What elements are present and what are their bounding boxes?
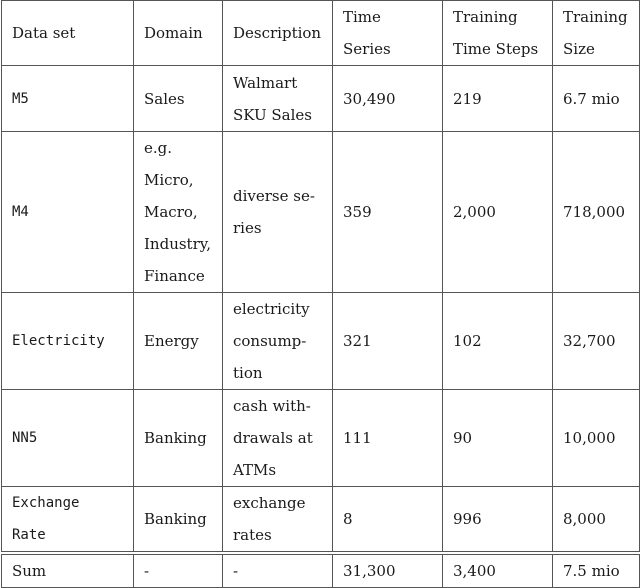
cell-dataset: NN5	[1, 389, 134, 487]
cell-domain: e.g. Micro, Macro, Industry, Finance	[133, 131, 223, 293]
cell-training-size: 8,000	[552, 486, 640, 554]
header-domain: Domain	[133, 0, 223, 66]
datasets-table: Data set Domain Description Time Series …	[1, 0, 640, 588]
cell-description: electricity consump- tion	[222, 292, 333, 390]
header-training-size: Training Size	[552, 0, 640, 66]
header-dataset: Data set	[1, 0, 134, 66]
cell-dataset: M5	[1, 65, 134, 132]
cell-description: exchange rates	[222, 486, 333, 554]
cell-training-size: 6.7 mio	[552, 65, 640, 132]
header-time-series: Time Series	[332, 0, 443, 66]
cell-dataset: Exchange Rate	[1, 486, 134, 554]
table-row: M4 e.g. Micro, Macro, Industry, Finance …	[1, 131, 640, 293]
cell-training-time-steps: 3,400	[442, 551, 553, 588]
cell-domain: Banking	[133, 486, 223, 554]
cell-training-size: 10,000	[552, 389, 640, 487]
cell-sum-label: Sum	[1, 551, 134, 588]
cell-training-size: 718,000	[552, 131, 640, 293]
cell-training-time-steps: 102	[442, 292, 553, 390]
cell-description: diverse se- ries	[222, 131, 333, 293]
cell-training-time-steps: 219	[442, 65, 553, 132]
cell-time-series: 31,300	[332, 551, 443, 588]
table-row: M5 Sales Walmart SKU Sales 30,490 219 6.…	[1, 65, 640, 132]
cell-training-size: 7.5 mio	[552, 551, 640, 588]
cell-training-time-steps: 996	[442, 486, 553, 554]
header-row: Data set Domain Description Time Series …	[1, 0, 640, 66]
header-training-time-steps: Training Time Steps	[442, 0, 553, 66]
cell-dataset: M4	[1, 131, 134, 293]
cell-time-series: 359	[332, 131, 443, 293]
cell-domain: Energy	[133, 292, 223, 390]
table-row: Exchange Rate Banking exchange rates 8 9…	[1, 486, 640, 554]
cell-dataset: Electricity	[1, 292, 134, 390]
cell-domain: Banking	[133, 389, 223, 487]
cell-training-time-steps: 90	[442, 389, 553, 487]
cell-description: -	[222, 551, 333, 588]
cell-training-time-steps: 2,000	[442, 131, 553, 293]
cell-domain: Sales	[133, 65, 223, 132]
cell-time-series: 30,490	[332, 65, 443, 132]
cell-domain: -	[133, 551, 223, 588]
cell-time-series: 8	[332, 486, 443, 554]
cell-training-size: 32,700	[552, 292, 640, 390]
table-row: NN5 Banking cash with- drawals at ATMs 1…	[1, 389, 640, 487]
cell-time-series: 321	[332, 292, 443, 390]
header-description: Description	[222, 0, 333, 66]
sum-row: Sum - - 31,300 3,400 7.5 mio	[1, 551, 640, 588]
cell-time-series: 111	[332, 389, 443, 487]
table-row: Electricity Energy electricity consump- …	[1, 292, 640, 390]
cell-description: cash with- drawals at ATMs	[222, 389, 333, 487]
cell-description: Walmart SKU Sales	[222, 65, 333, 132]
